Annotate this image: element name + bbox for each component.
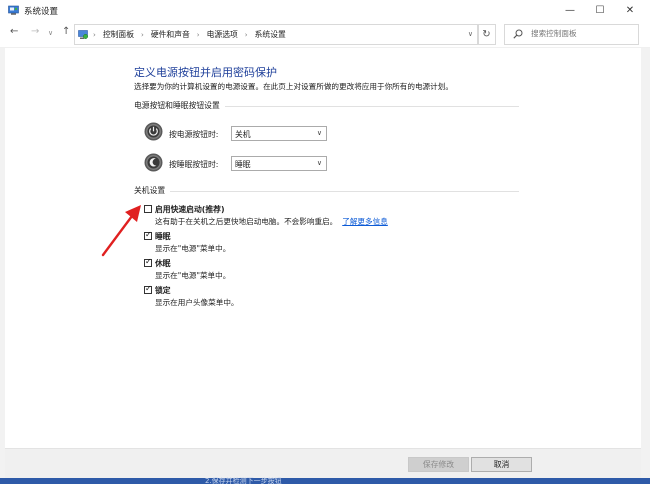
chevron-down-icon: ∨ — [316, 159, 322, 167]
refresh-button[interactable]: ↻ — [477, 24, 496, 45]
close-button[interactable]: ✕ — [615, 0, 645, 20]
fast-startup-checkbox[interactable] — [144, 205, 152, 213]
power-button-icon — [144, 122, 163, 141]
chevron-down-icon: ∨ — [316, 129, 322, 137]
window-title: 系统设置 — [24, 7, 59, 17]
sleep-button-action-value: 睡眠 — [235, 160, 251, 169]
system-settings-window: 系统设置 — ☐ ✕ ← → ∨ ↑ › 控制面板 › 硬件和声音 › 电源选项… — [0, 0, 650, 485]
checkmark-icon: ✓ — [145, 230, 152, 239]
power-button-action-value: 关机 — [235, 130, 251, 139]
address-dropdown-icon[interactable]: ∨ — [468, 30, 473, 38]
checkmark-icon: ✓ — [145, 284, 152, 293]
breadcrumb-separator-icon[interactable]: › — [197, 31, 200, 39]
sleep-button-action-select[interactable]: 睡眠 ∨ — [231, 156, 327, 171]
breadcrumb-item-power-options[interactable]: 电源选项 — [207, 29, 238, 40]
lock-checkbox[interactable]: ✓ — [144, 284, 152, 294]
learn-more-link[interactable]: 了解更多信息 — [342, 217, 388, 226]
sleep-button-label: 按睡眠按钮时: — [169, 160, 219, 169]
sleep-button-icon — [144, 153, 163, 172]
page-title: 定义电源按钮并启用密码保护 — [134, 66, 277, 79]
up-arrow-icon[interactable]: ↑ — [62, 26, 70, 37]
search-icon — [513, 29, 523, 39]
fast-startup-description-text: 这有助于在关机之后更快地启动电脑。不会影响重启。 — [155, 217, 338, 226]
breadcrumb-separator-icon[interactable]: › — [141, 31, 144, 39]
refresh-icon: ↻ — [482, 29, 491, 40]
navigation-bar: ← → ∨ ↑ › 控制面板 › 硬件和声音 › 电源选项 › 系统设置 ∨ ↻ — [0, 21, 650, 48]
lock-option-label[interactable]: 锁定 — [155, 285, 171, 296]
sleep-option-description: 显示在"电源"菜单中。 — [155, 244, 231, 253]
breadcrumb-item-hardware-and-sound[interactable]: 硬件和声音 — [151, 29, 190, 40]
control-panel-app-icon — [8, 5, 19, 15]
shutdown-section-heading: 关机设置 — [134, 185, 171, 196]
minimize-button[interactable]: — — [555, 0, 585, 20]
forward-arrow-icon[interactable]: → — [31, 26, 39, 37]
shutdown-section: 关机设置 — [134, 185, 519, 197]
recent-locations-dropdown-icon[interactable]: ∨ — [48, 29, 53, 37]
power-buttons-section: 电源按钮和睡眠按钮设置 — [134, 100, 519, 112]
search-box[interactable] — [504, 24, 639, 45]
fast-startup-label[interactable]: 启用快速启动(推荐) — [155, 204, 225, 215]
power-section-heading: 电源按钮和睡眠按钮设置 — [134, 100, 225, 111]
hibernate-option-description: 显示在"电源"菜单中。 — [155, 271, 231, 280]
footer-bar: 保存修改 取消 — [5, 448, 641, 479]
checkmark-icon: ✓ — [145, 257, 152, 266]
annotation-arrow-icon — [101, 205, 141, 257]
search-input[interactable] — [531, 27, 631, 40]
hibernate-checkbox[interactable]: ✓ — [144, 257, 152, 267]
window-edge-right — [641, 48, 650, 478]
power-button-label: 按电源按钮时: — [169, 130, 219, 139]
save-changes-button[interactable]: 保存修改 — [408, 457, 469, 472]
title-bar: 系统设置 — ☐ ✕ — [0, 0, 650, 20]
sleep-checkbox[interactable]: ✓ — [144, 230, 152, 240]
background-window-strip — [0, 478, 650, 484]
fast-startup-description: 这有助于在关机之后更快地启动电脑。不会影响重启。 了解更多信息 — [155, 216, 388, 227]
background-partial-text: 2.保存并检测下一步按钮 — [205, 477, 282, 485]
power-button-action-select[interactable]: 关机 ∨ — [231, 126, 327, 141]
section-divider — [134, 191, 519, 192]
page-description: 选择要为你的计算机设置的电源设置。在此页上对设置所做的更改将应用于你所有的电源计… — [134, 82, 453, 91]
sleep-option-label[interactable]: 睡眠 — [155, 231, 171, 242]
hibernate-option-label[interactable]: 休眠 — [155, 258, 171, 269]
breadcrumb: › 控制面板 › 硬件和声音 › 电源选项 › 系统设置 — [93, 29, 286, 40]
breadcrumb-item-system-settings[interactable]: 系统设置 — [255, 29, 286, 40]
address-bar[interactable]: › 控制面板 › 硬件和声音 › 电源选项 › 系统设置 ∨ — [74, 24, 479, 45]
lock-option-description: 显示在用户头像菜单中。 — [155, 298, 239, 307]
maximize-button[interactable]: ☐ — [585, 0, 615, 20]
cancel-button[interactable]: 取消 — [471, 457, 532, 472]
breadcrumb-separator-icon[interactable]: › — [245, 31, 248, 39]
breadcrumb-separator-icon: › — [93, 30, 96, 39]
control-panel-location-icon — [78, 30, 88, 39]
back-arrow-icon[interactable]: ← — [10, 26, 18, 37]
breadcrumb-item-control-panel[interactable]: 控制面板 — [103, 29, 134, 40]
